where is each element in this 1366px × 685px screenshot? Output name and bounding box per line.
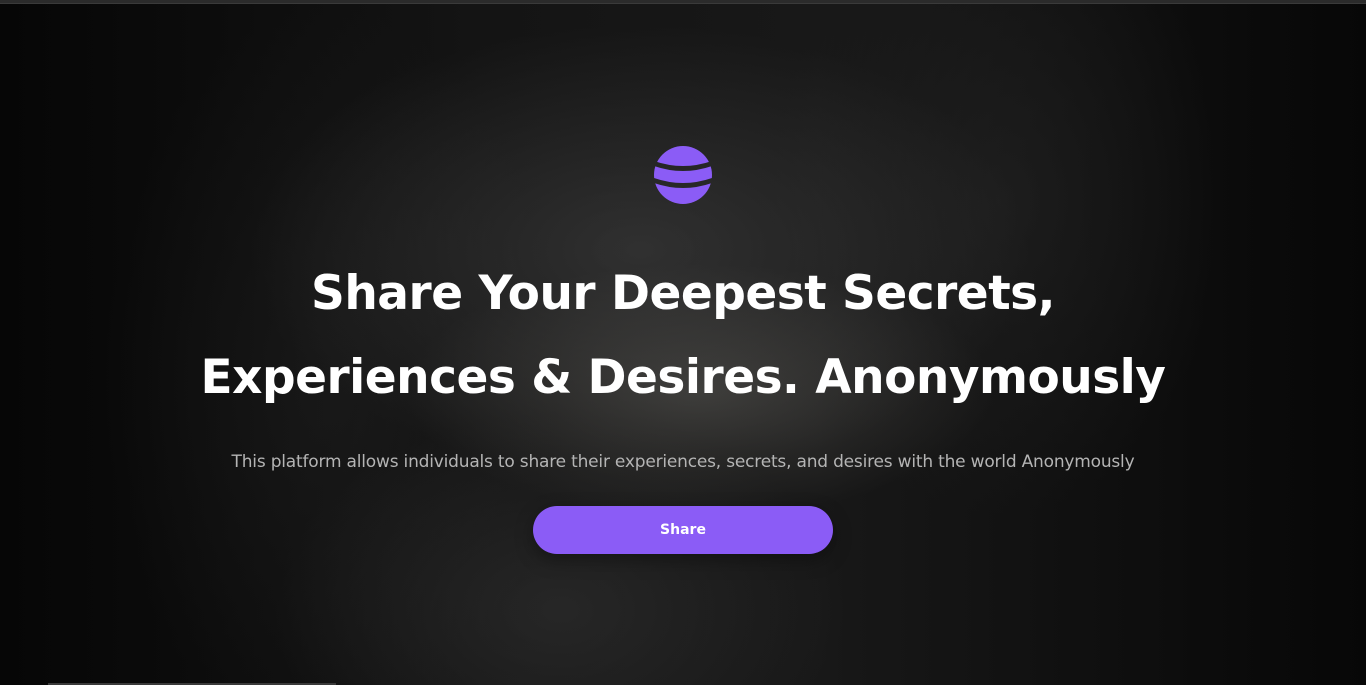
striped-globe-icon — [654, 146, 712, 204]
top-divider — [0, 0, 1366, 4]
page-title: Share Your Deepest Secrets, Experiences … — [133, 252, 1233, 420]
share-button[interactable]: Share — [533, 506, 833, 554]
hero-description: This platform allows individuals to shar… — [231, 452, 1135, 472]
hero-content: Share Your Deepest Secrets, Experiences … — [0, 146, 1366, 554]
hero-section: Share Your Deepest Secrets, Experiences … — [0, 0, 1366, 685]
headline-line-1: Share Your Deepest Secrets, — [311, 266, 1056, 321]
headline-line-2: Experiences & Desires. Anonymously — [200, 350, 1166, 405]
